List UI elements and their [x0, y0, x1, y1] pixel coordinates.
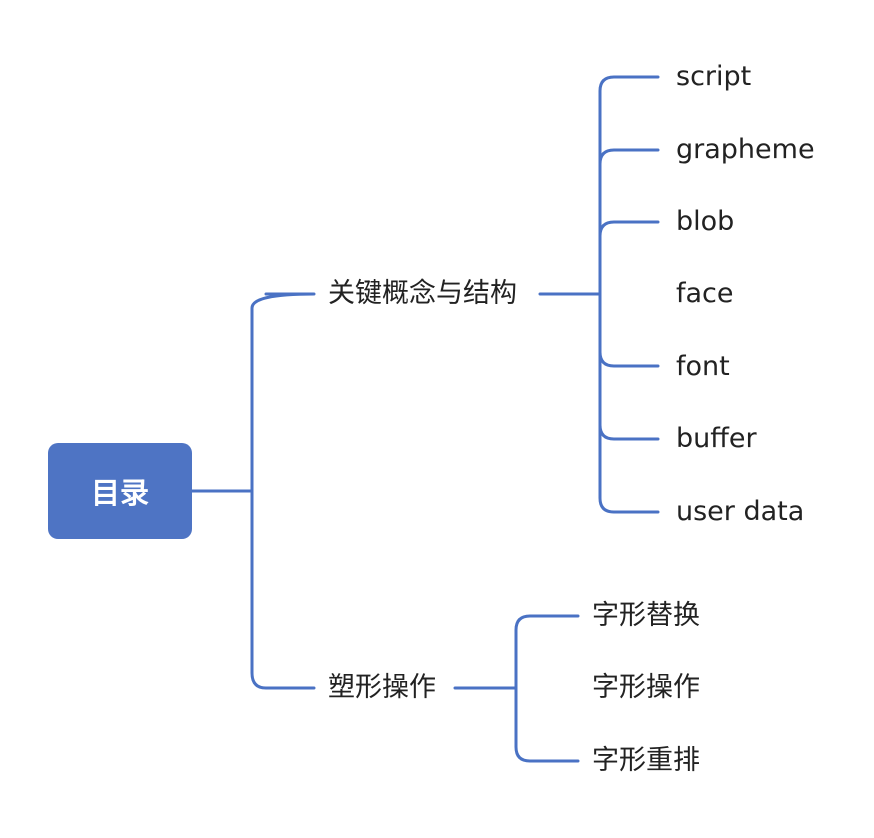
leaf-node-glyph-substitution[interactable]: 字形替换: [592, 599, 700, 633]
leaf-node-font[interactable]: font: [676, 350, 730, 384]
leaf-node-script[interactable]: script: [676, 60, 751, 94]
leaf-node-glyph-reordering[interactable]: 字形重排: [592, 744, 700, 778]
branch-node-shaping-operations[interactable]: 塑形操作: [328, 671, 436, 705]
leaf-node-grapheme[interactable]: grapheme: [676, 133, 815, 167]
root-label: 目录: [90, 476, 149, 510]
branch-node-key-concepts[interactable]: 关键概念与结构: [328, 277, 517, 311]
connector-root-branches: [190, 292, 316, 690]
mindmap-connectors: [190, 75, 660, 763]
connector-branch-1-children: [538, 75, 660, 514]
leaf-node-face[interactable]: face: [676, 277, 734, 311]
leaf-node-buffer[interactable]: buffer: [676, 422, 757, 456]
leaf-node-user-data[interactable]: user data: [676, 495, 804, 529]
leaf-node-glyph-operation[interactable]: 字形操作: [592, 671, 700, 705]
connector-branch-2-children: [453, 614, 580, 763]
leaf-node-blob[interactable]: blob: [676, 205, 734, 239]
root-node[interactable]: 目录: [48, 443, 192, 539]
